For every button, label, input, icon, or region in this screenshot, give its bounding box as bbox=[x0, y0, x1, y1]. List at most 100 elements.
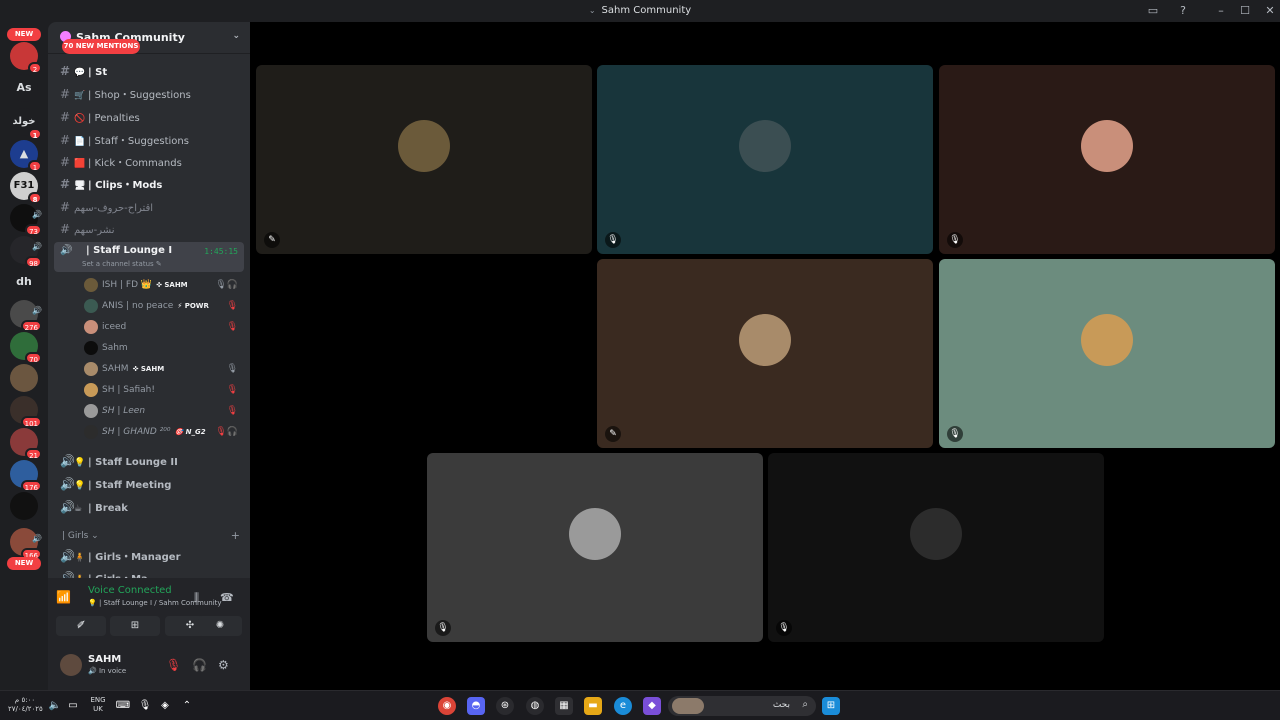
voice-channel-item[interactable]: 🔊🧍 | Girls・Manager bbox=[54, 546, 244, 566]
mic-muted-icon[interactable]: 🎙 bbox=[166, 658, 181, 672]
channel-item[interactable]: # 🖥 | Clips・Mods bbox=[54, 174, 244, 194]
speaker-icon[interactable]: 🔈 bbox=[46, 697, 64, 715]
edge-icon[interactable]: e bbox=[614, 697, 632, 715]
channel-item[interactable]: # اقتراح-حروف-سهم bbox=[54, 197, 244, 217]
mic-muted-icon: 🎙 bbox=[226, 322, 238, 332]
server-icon[interactable]: ▲ 1 bbox=[10, 140, 42, 172]
maximize-button[interactable]: ☐ bbox=[1237, 3, 1253, 19]
participant-tile[interactable]: ✎ bbox=[256, 65, 592, 254]
voice-user[interactable]: ANIS | no peace ⚡ POWR 🎙 bbox=[84, 296, 244, 316]
inbox-icon[interactable]: ▭ bbox=[1145, 3, 1161, 19]
voice-status-block[interactable]: 📶 Voice Connected 💡 | Staff Lounge I / S… bbox=[56, 578, 230, 612]
voice-channel-item[interactable]: 🔊💡 | Staff Meeting bbox=[54, 474, 244, 494]
active-voice-channel[interactable]: 🔊 | Staff Lounge I 1:45:15 Set a channel… bbox=[54, 242, 244, 272]
folder-icon[interactable]: ▬ bbox=[584, 697, 602, 715]
channel-emoji: 💡 bbox=[74, 458, 86, 468]
keyboard-icon[interactable]: ⌨ bbox=[114, 697, 132, 715]
gear-icon[interactable]: ⚙ bbox=[218, 658, 229, 672]
server-icon[interactable]: 21 bbox=[10, 428, 42, 460]
steam-icon[interactable]: ◍ bbox=[526, 697, 544, 715]
channel-item[interactable]: #اقتراح-حروف-سهمنشر-سهم bbox=[54, 219, 244, 239]
disconnect-icon[interactable]: ☎ bbox=[220, 591, 234, 604]
soundboard-button[interactable]: ✺ bbox=[198, 616, 242, 636]
participant-tile[interactable]: ✎ bbox=[597, 259, 933, 448]
hash-icon: # bbox=[60, 222, 71, 236]
microphone-icon[interactable]: 🎙 bbox=[136, 697, 154, 715]
server-label: F31 bbox=[13, 180, 35, 191]
discord-icon[interactable]: ◓ bbox=[467, 697, 485, 715]
avatar bbox=[84, 278, 98, 292]
server-icon[interactable]: F31 8 bbox=[10, 172, 42, 204]
server-icon[interactable]: 🔊 166 bbox=[10, 528, 42, 560]
avatar[interactable] bbox=[60, 654, 82, 676]
voice-user[interactable]: SAHM ✜ SAHM 🎙 bbox=[84, 359, 244, 379]
voice-user[interactable]: SH | Leen 🎙 bbox=[84, 401, 244, 421]
screen-share-button[interactable]: ⊞ bbox=[110, 616, 160, 636]
noise-suppression-icon[interactable]: ⫼ bbox=[194, 591, 199, 605]
new-badge-top: NEW bbox=[7, 28, 41, 41]
camera-button[interactable]: ✐̸ bbox=[56, 616, 106, 636]
server-icon[interactable]: 🔊 73 bbox=[10, 204, 42, 236]
server-icon[interactable]: 🔊 98 bbox=[10, 236, 42, 268]
participant-tile[interactable]: 🎙 bbox=[427, 453, 763, 642]
signal-icon: 📶 bbox=[56, 590, 71, 604]
server-icon[interactable] bbox=[10, 364, 38, 392]
participant-tile[interactable]: 🎙 bbox=[768, 453, 1104, 642]
channel-name: | Staff・Suggestions bbox=[88, 136, 189, 147]
category-header[interactable]: | Girls ⌄ bbox=[62, 531, 99, 541]
voice-user-name: SH | Safiah! bbox=[102, 380, 155, 400]
voice-user[interactable]: ISH | FD 👑 ✜ SAHM 🎙🎧 bbox=[84, 275, 244, 295]
add-channel-button[interactable]: + bbox=[231, 529, 240, 542]
input-language[interactable]: ENG UK bbox=[86, 696, 110, 714]
mic-off-icon: 🎙 bbox=[605, 232, 621, 248]
chrome-icon[interactable]: ◉ bbox=[438, 697, 456, 715]
help-icon[interactable]: ? bbox=[1175, 3, 1191, 19]
channel-item[interactable]: # 🟥 | Kick・Commands bbox=[54, 152, 244, 172]
app-icon[interactable]: ⊛ bbox=[496, 697, 514, 715]
channel-item[interactable]: # 🛒 | Shop・Suggestions bbox=[54, 84, 244, 104]
voice-user[interactable]: Sahm bbox=[84, 338, 244, 358]
server-icon[interactable]: 176 bbox=[10, 460, 42, 492]
server-icon[interactable]: 70 bbox=[10, 332, 42, 364]
channel-status[interactable]: Set a channel status ✎ bbox=[82, 260, 162, 268]
participant-tile[interactable]: 🎙 bbox=[939, 259, 1275, 448]
clock[interactable]: ٥:٠٠ م ٢٧/٠٤/٢٠٢٥ bbox=[8, 696, 43, 714]
voice-user[interactable]: SH | GHAND ²⁰⁰ 🎯 N_G2 🎙🎧 bbox=[84, 422, 244, 442]
taskbar-search[interactable]: بحث ⌕ bbox=[668, 696, 816, 716]
server-icon[interactable]: As bbox=[10, 74, 38, 102]
voice-user-name: SH | Leen bbox=[102, 401, 145, 421]
copilot-icon[interactable]: ◆ bbox=[643, 697, 661, 715]
app-tray-icon[interactable]: ◈ bbox=[156, 697, 174, 715]
server-icon[interactable] bbox=[10, 492, 38, 520]
clock-date: ٢٧/٠٤/٢٠٢٥ bbox=[8, 705, 43, 713]
server-icon[interactable]: 🔊 276 bbox=[10, 300, 42, 332]
hash-icon: # bbox=[60, 64, 71, 78]
hash-icon: # bbox=[60, 133, 71, 147]
server-icon[interactable]: 101 bbox=[10, 396, 42, 428]
voice-user-name: SH | GHAND ²⁰⁰ 🎯 N_G2 bbox=[102, 422, 206, 442]
chevron-up-icon[interactable]: ⌃ bbox=[178, 697, 196, 715]
voice-channel-item[interactable]: 🔊💡 | Staff Lounge II bbox=[54, 451, 244, 471]
windows-start-icon[interactable]: ⊞ bbox=[822, 697, 840, 715]
network-icon[interactable]: ▭ bbox=[64, 697, 82, 715]
speaker-icon: 🔊 bbox=[60, 549, 75, 563]
server-icon[interactable]: dh bbox=[10, 268, 38, 296]
channel-item[interactable]: # 🚫 | Penalties bbox=[54, 107, 244, 127]
server-icon[interactable]: 2 bbox=[10, 42, 42, 74]
store-icon[interactable]: ▦ bbox=[555, 697, 573, 715]
server-label: As bbox=[16, 81, 32, 94]
server-icon[interactable]: خولد 1 bbox=[10, 108, 42, 140]
close-button[interactable]: ✕ bbox=[1262, 3, 1278, 19]
channel-item[interactable]: # 📄 | Staff・Suggestions bbox=[54, 130, 244, 150]
headphones-icon[interactable]: 🎧 bbox=[192, 658, 207, 672]
channel-item[interactable]: # 💬 | St bbox=[54, 61, 244, 81]
new-mentions-pill[interactable]: 70 NEW MENTIONS bbox=[62, 39, 140, 54]
voice-channel-item[interactable]: 🔊☕ | Break bbox=[54, 497, 244, 517]
participant-tile[interactable]: 🎙 bbox=[597, 65, 933, 254]
channel-emoji: 🚫 bbox=[74, 114, 86, 124]
voice-user[interactable]: iceed 🎙 bbox=[84, 317, 244, 337]
user-name: iceed bbox=[102, 322, 127, 332]
voice-user[interactable]: SH | Safiah! 🎙 bbox=[84, 380, 244, 400]
minimize-button[interactable]: – bbox=[1213, 3, 1229, 19]
participant-tile[interactable]: 🎙 bbox=[939, 65, 1275, 254]
